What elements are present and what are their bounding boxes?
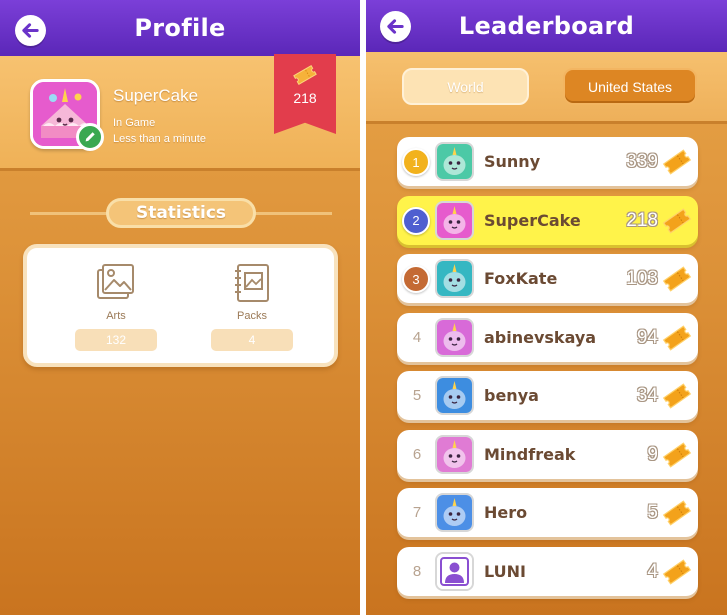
leaderboard-tabs-bar: World United States <box>366 52 727 124</box>
player-avatar-icon <box>437 261 472 296</box>
stat-value: 132 <box>75 329 157 351</box>
ticket-icon <box>293 64 317 86</box>
player-avatar-icon <box>437 378 472 413</box>
player-score: 103 <box>626 268 658 289</box>
stat-label: Packs <box>237 310 267 322</box>
player-score: 5 <box>647 502 658 523</box>
tab-united-states[interactable]: United States <box>563 68 697 105</box>
player-name: Sunny <box>484 152 541 171</box>
divider-left <box>30 212 108 215</box>
stat-value: 4 <box>211 329 293 351</box>
statistics-card: Arts 132 Packs 4 <box>23 244 338 367</box>
leaderboard-row[interactable]: 8 LUNI 4 <box>397 546 698 596</box>
player-score: 9 <box>647 443 658 465</box>
avatar <box>435 259 474 298</box>
profile-top-bar: Profile <box>0 0 360 56</box>
profile-screen: Profile SuperCake In Game Less than a mi… <box>0 0 360 615</box>
ticket-icon <box>662 441 692 468</box>
leaderboard-row[interactable]: 2 SuperCake 218 <box>397 195 698 245</box>
avatar <box>435 434 474 474</box>
ticket-icon <box>662 266 692 292</box>
leaderboard-row[interactable]: 1 Sunny 339 <box>397 137 698 186</box>
back-arrow-icon <box>22 23 39 38</box>
player-name: Hero <box>484 503 528 522</box>
profile-avatar[interactable] <box>30 79 104 151</box>
rank-medal: 1 <box>402 148 430 176</box>
rank-number: 4 <box>412 328 422 346</box>
player-score: 4 <box>647 560 658 582</box>
leaderboard-row[interactable]: 5 benya 34 <box>397 371 698 420</box>
rank-number: 8 <box>412 562 422 580</box>
player-avatar-icon <box>437 436 472 472</box>
ticket-icon <box>662 149 692 175</box>
ticket-icon <box>662 324 692 351</box>
pencil-icon <box>85 132 95 142</box>
divider-right <box>254 212 332 215</box>
stat-label: Arts <box>106 310 126 322</box>
rank-number: 6 <box>412 445 422 463</box>
page-title: Leaderboard <box>458 12 635 40</box>
player-name: Mindfreak <box>484 444 576 464</box>
avatar <box>435 493 474 532</box>
avatar <box>435 551 474 591</box>
player-score: 218 <box>626 209 658 231</box>
avatar <box>435 376 474 415</box>
tab-world[interactable]: World <box>402 68 529 105</box>
rank-number: 1 <box>412 154 420 170</box>
default-user-icon <box>437 553 472 589</box>
avatar <box>435 317 474 357</box>
leaderboard-top-bar: Leaderboard <box>366 0 727 52</box>
ticket-icon <box>662 383 692 409</box>
stat-packs: Packs 4 <box>207 262 297 351</box>
player-name: abinevskaya <box>484 327 597 347</box>
leaderboard-row[interactable]: 6 Mindfreak 9 <box>397 429 698 479</box>
player-name: FoxKate <box>484 269 558 288</box>
stat-arts: Arts 132 <box>71 262 161 351</box>
player-score: 339 <box>626 151 658 172</box>
back-arrow-icon <box>387 19 404 34</box>
rank-number: 5 <box>412 387 422 404</box>
player-avatar-icon <box>437 319 472 355</box>
last-seen: Less than a minute <box>113 133 206 145</box>
avatar <box>435 142 474 181</box>
ticket-icon <box>662 558 692 585</box>
back-button[interactable] <box>15 15 46 46</box>
ticket-icon <box>662 500 692 526</box>
player-name: LUNI <box>484 561 526 581</box>
leaderboard-row[interactable]: 3 FoxKate 103 <box>397 254 698 303</box>
player-avatar-icon <box>437 144 472 179</box>
leaderboard-row[interactable]: 7 Hero 5 <box>397 488 698 537</box>
rank-number: 7 <box>412 504 422 521</box>
rank-medal: 3 <box>402 265 430 293</box>
player-name: benya <box>484 386 539 405</box>
leaderboard-list: 1 Sunny 339 2 SuperCake 218 3 FoxKate 103 4 abinev… <box>397 137 698 605</box>
avatar <box>435 200 474 240</box>
ticket-count: 218 <box>293 90 317 106</box>
leaderboard-row[interactable]: 4 abinevskaya 94 <box>397 312 698 362</box>
image-icon <box>97 264 134 299</box>
statistics-title: Statistics <box>135 203 227 223</box>
leaderboard-screen: Leaderboard World United States 1 Sunny 33… <box>366 0 727 615</box>
album-icon <box>235 264 269 302</box>
statistics-heading: Statistics <box>106 198 256 228</box>
edit-avatar-button[interactable] <box>76 123 104 151</box>
player-score: 94 <box>636 326 658 348</box>
player-name: SuperCake <box>484 210 581 230</box>
rank-medal: 2 <box>402 206 430 235</box>
ticket-icon <box>662 207 692 234</box>
player-score: 34 <box>636 385 658 406</box>
rank-number: 2 <box>412 213 420 228</box>
player-avatar-icon <box>437 495 472 530</box>
tickets-ribbon: 218 <box>274 54 336 134</box>
page-title: Profile <box>134 14 226 42</box>
profile-username: SuperCake <box>113 86 199 105</box>
player-avatar-icon <box>437 202 472 238</box>
rank-number: 3 <box>412 271 420 287</box>
back-button[interactable] <box>380 11 411 42</box>
online-status: In Game <box>113 117 156 129</box>
